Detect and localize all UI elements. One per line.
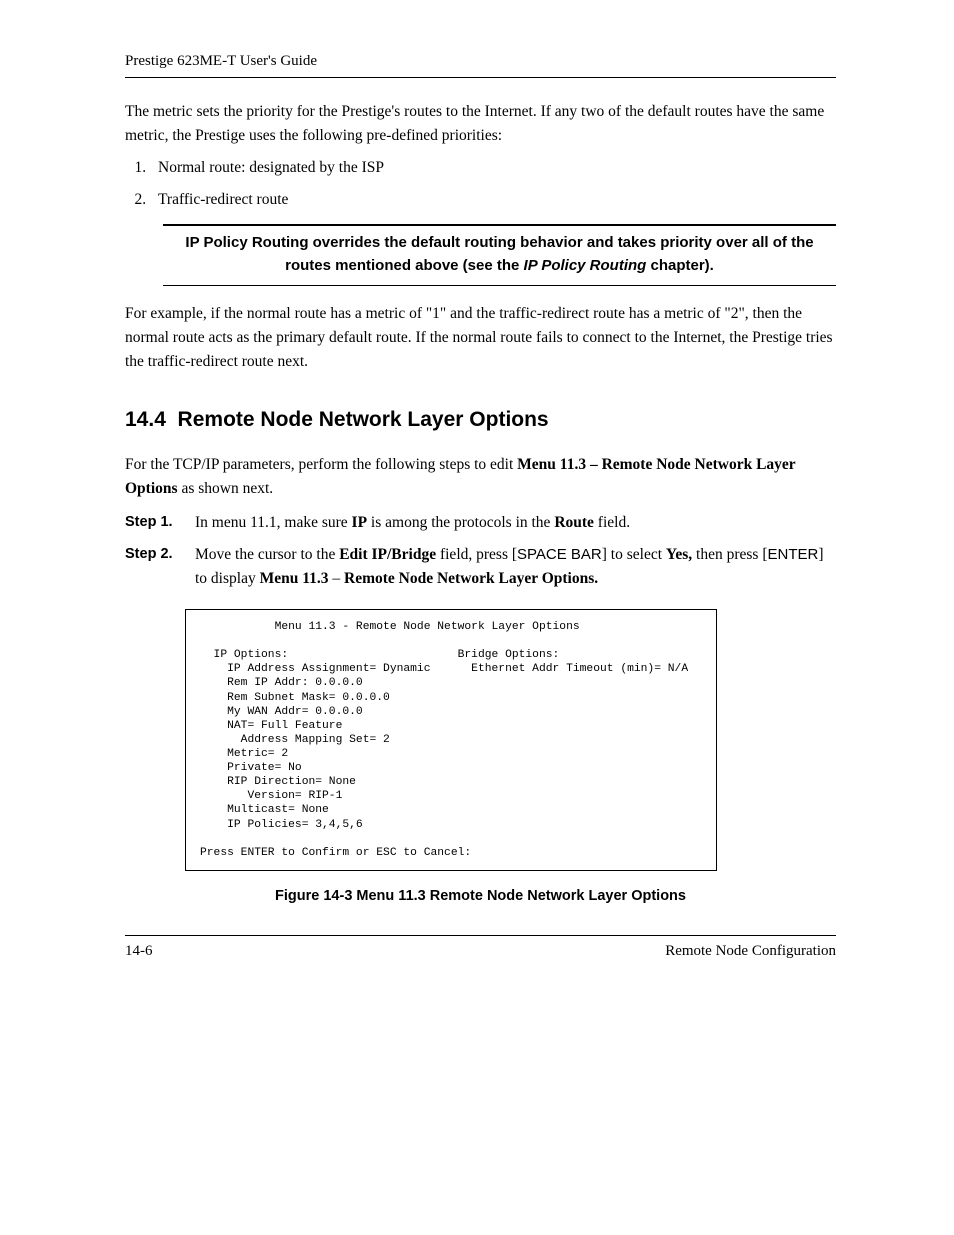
footer-page-number: 14-6 <box>125 940 153 963</box>
list-item: Normal route: designated by the ISP <box>150 156 836 180</box>
list-item: Traffic-redirect route <box>150 188 836 212</box>
figure-caption: Figure 14-3 Menu 11.3 Remote Node Networ… <box>125 885 836 907</box>
section-number: 14.4 <box>125 408 166 431</box>
page-footer: 14-6 Remote Node Configuration <box>125 935 836 963</box>
steps-container: Step 1.In menu 11.1, make sure IP is amo… <box>125 511 836 591</box>
priorities-list: Normal route: designated by the ISP Traf… <box>125 156 836 212</box>
page-header: Prestige 623ME-T User's Guide <box>125 50 836 78</box>
terminal-screenshot: Menu 11.3 - Remote Node Network Layer Op… <box>185 609 717 871</box>
section-lead: For the TCP/IP parameters, perform the f… <box>125 453 836 501</box>
section-heading: 14.4 Remote Node Network Layer Options <box>125 404 836 437</box>
callout-text: chapter). <box>646 257 714 274</box>
step-label: Step 2. <box>125 543 195 565</box>
step-row: Step 1.In menu 11.1, make sure IP is amo… <box>125 511 836 535</box>
step-body: In menu 11.1, make sure IP is among the … <box>195 511 836 535</box>
callout-note: IP Policy Routing overrides the default … <box>163 224 836 286</box>
footer-section-name: Remote Node Configuration <box>665 940 836 963</box>
example-paragraph: For example, if the normal route has a m… <box>125 302 836 374</box>
intro-paragraph: The metric sets the priority for the Pre… <box>125 100 836 148</box>
step-label: Step 1. <box>125 511 195 533</box>
step-row: Step 2.Move the cursor to the Edit IP/Br… <box>125 543 836 591</box>
section-title: Remote Node Network Layer Options <box>178 408 549 431</box>
callout-italic: IP Policy Routing <box>524 257 647 274</box>
callout-text: IP Policy Routing overrides the default … <box>185 234 813 274</box>
step-body: Move the cursor to the Edit IP/Bridge fi… <box>195 543 836 591</box>
